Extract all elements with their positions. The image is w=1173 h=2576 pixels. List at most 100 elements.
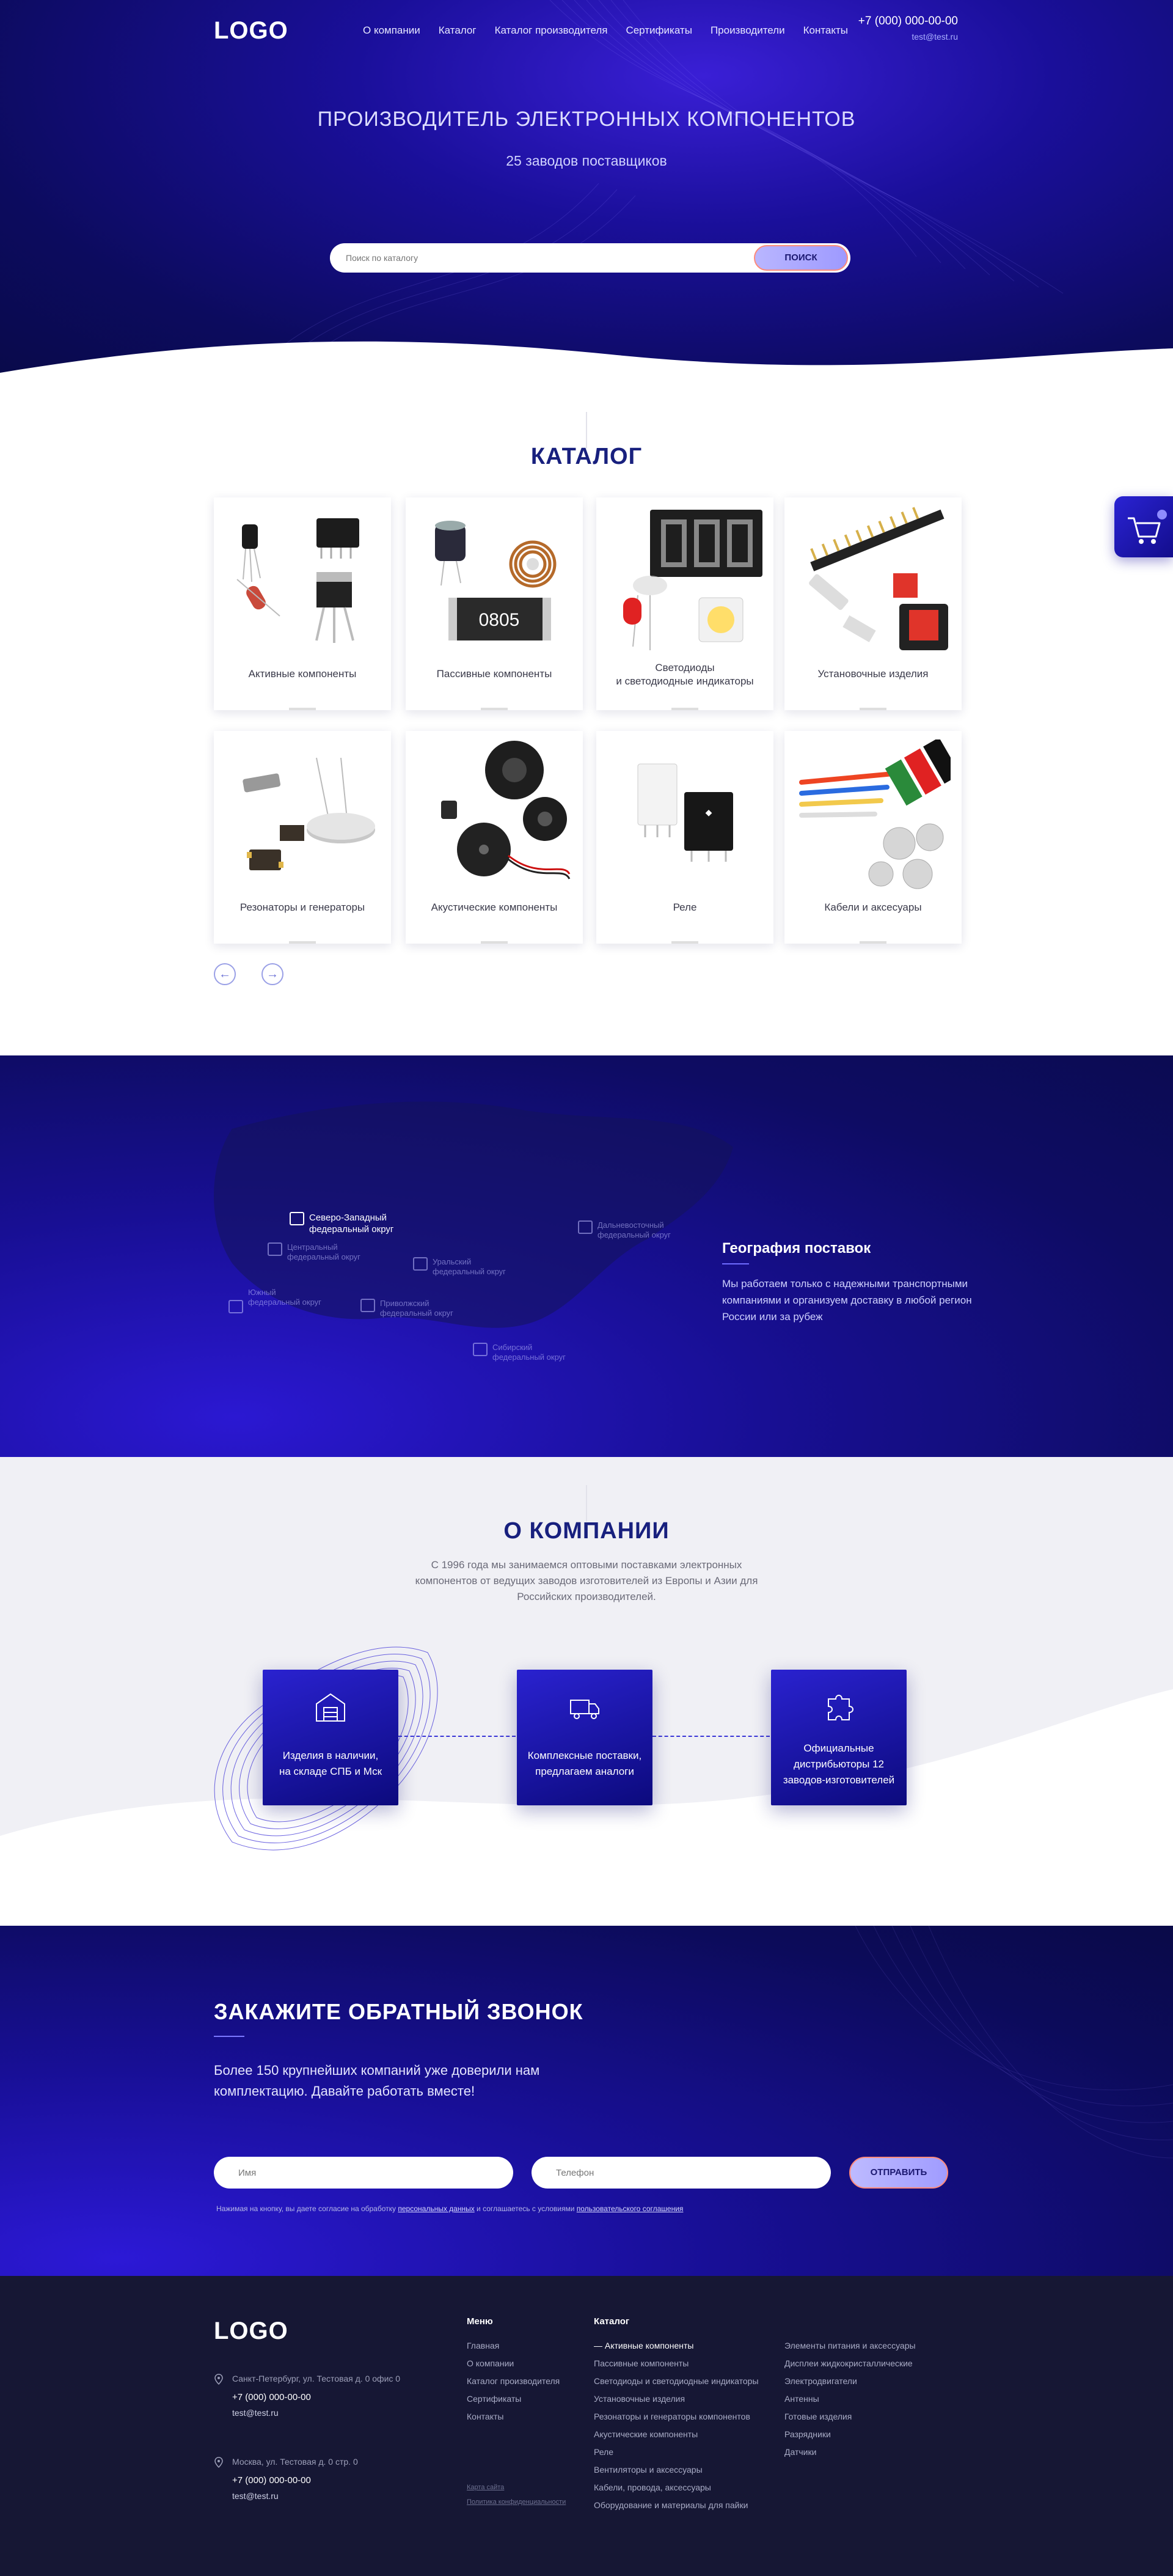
- header-phone[interactable]: +7 (000) 000-00-00: [858, 15, 958, 28]
- header-email[interactable]: test@test.ru: [858, 32, 958, 42]
- catalog-card-active[interactable]: Активные компоненты: [214, 497, 391, 710]
- footer-catalog-item[interactable]: Установочные изделия: [594, 2390, 759, 2408]
- active-components-image: [236, 518, 359, 643]
- arrow-left-icon: ←: [219, 967, 231, 981]
- title-underline: [214, 2036, 244, 2037]
- callback-title: ЗАКАЖИТЕ ОБРАТНЫЙ ЗВОНОК: [214, 1999, 583, 2024]
- catalog-card-relays[interactable]: ◆ Реле: [596, 731, 773, 944]
- footer-catalog-item[interactable]: — Активные компоненты: [594, 2337, 759, 2355]
- section-divider: [586, 412, 587, 449]
- footer-menu-item[interactable]: Контакты: [467, 2408, 560, 2426]
- search-bar: ПОИСК: [330, 243, 850, 273]
- office-email[interactable]: test@test.ru: [232, 2408, 279, 2418]
- region-northwest[interactable]: Северо-Западный федеральный округ: [290, 1212, 393, 1235]
- catalog-card-passive[interactable]: 0805 Пассивные компоненты: [406, 497, 583, 710]
- catalog-card-leds[interactable]: Светодиоды и светодиодные индикаторы: [596, 497, 773, 710]
- search-button[interactable]: ПОИСК: [754, 245, 848, 271]
- footer-catalog-item[interactable]: Антенны: [784, 2390, 916, 2408]
- region-fareast[interactable]: Дальневосточный федеральный округ: [578, 1220, 671, 1240]
- region-volga[interactable]: Приволжский федеральный округ: [360, 1299, 453, 1318]
- carousel-prev-button[interactable]: ←: [214, 963, 236, 985]
- privacy-policy-link[interactable]: Политика конфиденциальности: [467, 2498, 566, 2506]
- card-indicator: [481, 708, 508, 710]
- footer-catalog-item[interactable]: Вентиляторы и аксессуары: [594, 2461, 759, 2479]
- office-email[interactable]: test@test.ru: [232, 2491, 279, 2501]
- nav-about[interactable]: О компании: [363, 24, 420, 37]
- send-button[interactable]: ОТПРАВИТЬ: [849, 2157, 948, 2189]
- footer-menu-item[interactable]: Главная: [467, 2337, 560, 2355]
- led-indicators-image: [623, 510, 762, 650]
- catalog-card-installation[interactable]: Установочные изделия: [784, 497, 962, 710]
- card-indicator: [671, 708, 698, 710]
- card-indicator: [289, 708, 316, 710]
- user-agreement-link[interactable]: пользовательского соглашения: [577, 2204, 684, 2213]
- card-label: Установочные изделия: [817, 668, 929, 680]
- office-phone[interactable]: +7 (000) 000-00-00: [232, 2392, 311, 2402]
- map-marker-icon: [578, 1220, 593, 1234]
- cables-image: [799, 739, 951, 889]
- footer-catalog-item[interactable]: Электродвигатели: [784, 2372, 916, 2390]
- search-input[interactable]: [346, 243, 737, 273]
- card-indicator: [860, 941, 886, 944]
- footer-catalog-item[interactable]: Готовые изделия: [784, 2408, 916, 2426]
- map-marker-icon: [360, 1299, 375, 1312]
- footer-catalog-item[interactable]: Кабели, провода, аксессуары: [594, 2479, 759, 2497]
- installation-products-image: [809, 507, 948, 650]
- catalog-card-cables[interactable]: Кабели и аксесуары: [784, 731, 962, 944]
- header-logo[interactable]: LOGO: [214, 17, 288, 45]
- office-address: Санкт-Петербург, ул. Тестовая д. 0 офис …: [232, 2374, 401, 2383]
- svg-text:0805: 0805: [479, 610, 520, 630]
- relays-image: ◆: [637, 763, 733, 862]
- footer-menu-item[interactable]: Каталог производителя: [467, 2372, 560, 2390]
- region-central[interactable]: Центральный федеральный округ: [268, 1242, 360, 1262]
- footer-catalog-item[interactable]: Элементы питания и аксессуары: [784, 2337, 916, 2355]
- region-ural[interactable]: Уральский федеральный округ: [413, 1257, 506, 1277]
- footer-catalog-title: Каталог: [594, 2316, 630, 2327]
- office-phone[interactable]: +7 (000) 000-00-00: [232, 2475, 311, 2486]
- nav-contacts[interactable]: Контакты: [803, 24, 848, 37]
- footer-catalog-item[interactable]: Пассивные компоненты: [594, 2355, 759, 2372]
- nav-certificates[interactable]: Сертификаты: [626, 24, 692, 37]
- region-south[interactable]: Южный федеральный округ: [228, 1288, 321, 1313]
- footer-catalog-item[interactable]: Оборудование и материалы для пайки: [594, 2497, 759, 2514]
- catalog-card-resonators[interactable]: Резонаторы и генераторы: [214, 731, 391, 944]
- footer-catalog-item[interactable]: Датчики: [784, 2443, 916, 2461]
- about-section: О КОМПАНИИ С 1996 года мы занимаемся опт…: [0, 1457, 1173, 1926]
- cart-button[interactable]: [1114, 496, 1173, 557]
- footer-catalog-col1: — Активные компоненты Пассивные компонен…: [594, 2337, 759, 2514]
- footer-menu-item[interactable]: О компании: [467, 2355, 560, 2372]
- hero-background-lines: [244, 0, 1064, 379]
- name-field-wrapper: [214, 2157, 513, 2189]
- footer-catalog-item[interactable]: Дисплеи жидкокристаллические: [784, 2355, 916, 2372]
- geography-title: География поставок: [722, 1240, 871, 1257]
- nav-catalog[interactable]: Каталог: [439, 24, 477, 37]
- consent-text: Нажимая на кнопку, вы даете согласие на …: [216, 2204, 684, 2213]
- map-marker-icon: [473, 1343, 488, 1356]
- nav-manufacturer-catalog[interactable]: Каталог производителя: [495, 24, 608, 37]
- phone-input[interactable]: [556, 2157, 813, 2189]
- footer-catalog-item[interactable]: Реле: [594, 2443, 759, 2461]
- catalog-card-acoustic[interactable]: Акустические компоненты: [406, 731, 583, 944]
- region-siberia[interactable]: Сибирский федеральный округ: [473, 1343, 566, 1362]
- geography-text: Мы работаем только с надежными транспорт…: [722, 1278, 972, 1323]
- card-label: Активные компоненты: [248, 668, 357, 680]
- footer-catalog-item[interactable]: Резонаторы и генераторы компонентов: [594, 2408, 759, 2426]
- footer-catalog-item[interactable]: Акустические компоненты: [594, 2426, 759, 2443]
- resonators-image: [243, 757, 375, 870]
- footer-menu-item[interactable]: Сертификаты: [467, 2390, 560, 2408]
- name-input[interactable]: [238, 2157, 495, 2189]
- card-indicator: [289, 941, 316, 944]
- header-contacts: +7 (000) 000-00-00 test@test.ru: [858, 15, 958, 42]
- map-marker-icon: [228, 1300, 243, 1313]
- site-map-link[interactable]: Карта сайта: [467, 2484, 504, 2491]
- about-title: О КОМПАНИИ: [503, 1518, 670, 1544]
- personal-data-link[interactable]: персональных данных: [398, 2204, 474, 2213]
- carousel-next-button[interactable]: →: [261, 963, 283, 985]
- footer-logo[interactable]: LOGO: [214, 2317, 288, 2345]
- catalog-title: КАТАЛОГ: [530, 444, 643, 469]
- card-indicator: [481, 941, 508, 944]
- puzzle-icon: [828, 1695, 853, 1720]
- footer-catalog-item[interactable]: Разрядники: [784, 2426, 916, 2443]
- footer-catalog-item[interactable]: Светодиоды и светодиодные индикаторы: [594, 2372, 759, 2390]
- nav-manufacturers[interactable]: Производители: [711, 24, 785, 37]
